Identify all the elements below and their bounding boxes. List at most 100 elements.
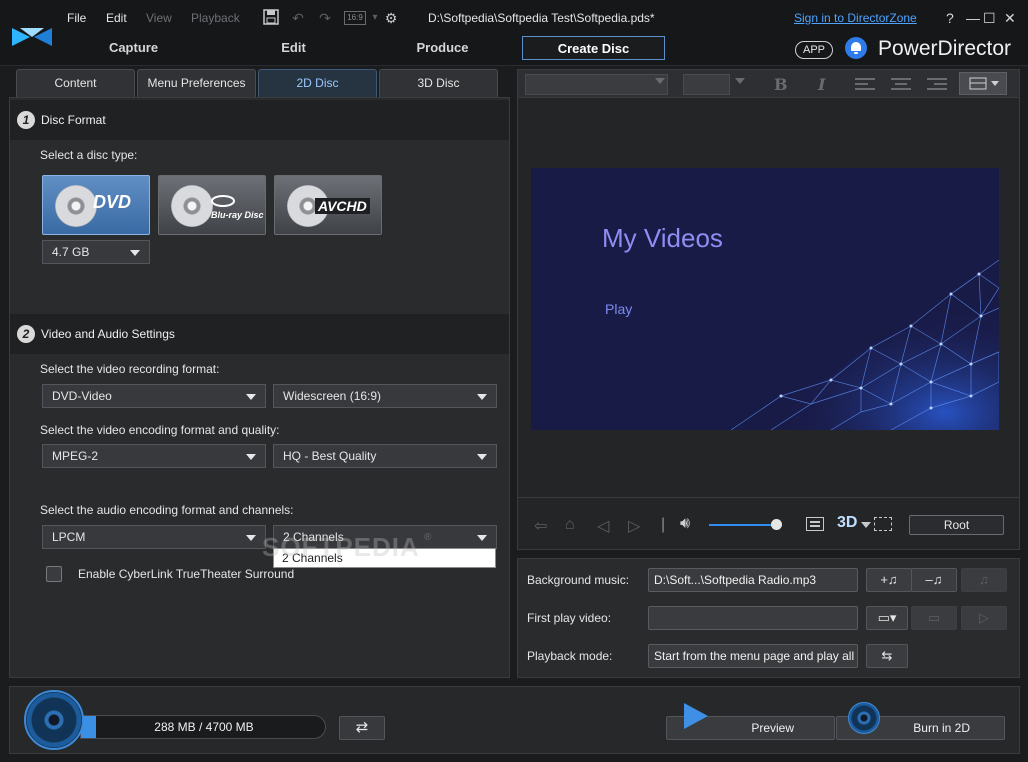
aspect-ratio-icon[interactable]: 16:9 [344, 11, 366, 25]
aspect-ratio-select[interactable]: Widescreen (16:9) [273, 384, 497, 408]
powerdirector-logo-icon [12, 28, 52, 46]
menu-file[interactable]: File [67, 11, 86, 25]
disc-type-label: Select a disc type: [40, 148, 138, 162]
section-title: Disc Format [41, 113, 106, 127]
mode-tab-capture[interactable]: Capture [62, 36, 205, 60]
gear-icon[interactable]: ⚙ [382, 9, 400, 27]
disc-icon [24, 690, 84, 750]
close-icon[interactable]: ✕ [1004, 10, 1016, 27]
help-icon[interactable]: ? [946, 10, 954, 26]
chevron-down-icon [477, 394, 487, 400]
volume-slider[interactable] [709, 524, 776, 526]
disc-capacity-bar: 288 MB / 4700 MB [80, 715, 326, 739]
play-icon [684, 703, 708, 729]
remove-music-button[interactable]: –♫ [911, 568, 957, 592]
mode-tab-edit[interactable]: Edit [222, 36, 365, 60]
disc-capacity-select[interactable]: 4.7 GB [42, 240, 150, 264]
chevron-down-icon [735, 78, 745, 84]
capacity-text: 288 MB / 4700 MB [154, 720, 254, 734]
italic-icon[interactable]: I [818, 75, 825, 94]
chevron-down-icon [246, 394, 256, 400]
font-size-select[interactable] [683, 74, 730, 95]
back-icon[interactable]: ◁ [597, 516, 609, 536]
subtab-content[interactable]: Content [16, 69, 135, 97]
surround-checkbox[interactable] [46, 566, 62, 582]
first-play-field[interactable] [648, 606, 858, 630]
recording-format-select[interactable]: DVD-Video [42, 384, 266, 408]
next-page-icon[interactable]: ▷ [628, 516, 640, 536]
signin-link[interactable]: Sign in to DirectorZone [794, 11, 917, 25]
save-icon[interactable] [262, 9, 280, 27]
select-value: LPCM [52, 530, 86, 544]
menu-view[interactable]: View [146, 11, 172, 25]
play-video-button[interactable]: ▷ [961, 606, 1007, 630]
chevron-down-icon [246, 454, 256, 460]
title-bar: File Edit View Playback ↶ ↷ 16:9 ▾ ⚙ D:\… [0, 0, 1028, 66]
menu-playback[interactable]: Playback [191, 11, 240, 25]
music-settings-button[interactable]: ♫ [961, 568, 1007, 592]
playback-mode-field[interactable]: Start from the menu page and play all t [648, 644, 858, 668]
menu-list-icon[interactable] [806, 517, 824, 531]
section-title: Video and Audio Settings [41, 327, 175, 341]
volume-icon[interactable]: 🔊︎ [680, 515, 690, 533]
watermark-registered: ® [424, 532, 432, 543]
disc-icon [55, 185, 97, 227]
step-number: 2 [17, 325, 35, 343]
disc-menu-preview[interactable]: My Videos Play [531, 168, 999, 430]
bell-icon[interactable] [845, 37, 867, 59]
safe-zone-icon[interactable] [874, 517, 892, 531]
playback-mode-label: Playback mode: [527, 649, 613, 663]
disc-icon [848, 702, 880, 734]
layout-button[interactable] [959, 72, 1007, 95]
network-art-icon [727, 256, 999, 430]
volume-slider-handle[interactable] [771, 519, 782, 530]
select-value: 4.7 GB [52, 245, 90, 259]
dvd-disc-button[interactable]: DVD [42, 175, 150, 235]
subtab-menu-preferences[interactable]: Menu Preferences [137, 69, 256, 97]
select-value: DVD-Video [52, 389, 112, 403]
menu-edit[interactable]: Edit [106, 11, 127, 25]
align-left-icon[interactable] [855, 78, 875, 91]
root-button[interactable]: Root [909, 515, 1004, 535]
encoding-format-select[interactable]: MPEG-2 [42, 444, 266, 468]
3d-icon[interactable]: 3D [837, 514, 857, 532]
chevron-down-icon [655, 78, 665, 84]
quality-select[interactable]: HQ - Best Quality [273, 444, 497, 468]
subtab-3d-disc[interactable]: 3D Disc [379, 69, 498, 97]
audio-format-label: Select the audio encoding format and cha… [40, 503, 294, 517]
avchd-disc-button[interactable]: AVCHD [274, 175, 382, 235]
background-music-field[interactable]: D:\Soft...\Softpedia Radio.mp3 [648, 568, 858, 592]
swap-button[interactable]: ⇄ [339, 716, 385, 740]
avchd-icon: AVCHD [315, 198, 370, 214]
app-button[interactable]: APP [795, 41, 833, 59]
maximize-icon[interactable]: ☐ [983, 10, 996, 27]
project-file-path: D:\Softpedia\Softpedia Test\Softpedia.pd… [428, 11, 655, 25]
menu-title-text[interactable]: My Videos [602, 223, 723, 254]
redo-icon[interactable]: ↷ [316, 9, 334, 27]
audio-format-select[interactable]: LPCM [42, 525, 266, 549]
align-right-icon[interactable] [927, 78, 947, 91]
bluray-disc-button[interactable]: Blu-ray Disc [158, 175, 266, 235]
playback-settings-button[interactable]: ⇆ [866, 644, 908, 668]
home-icon[interactable]: ⌂ [565, 516, 575, 534]
subtab-2d-disc[interactable]: 2D Disc [258, 69, 377, 97]
mode-tab-produce[interactable]: Produce [371, 36, 514, 60]
add-music-button[interactable]: +♫ [866, 568, 912, 592]
bold-icon[interactable]: B [774, 75, 788, 94]
font-family-select[interactable] [525, 74, 668, 95]
align-center-icon[interactable] [891, 78, 911, 91]
chevron-down-icon[interactable] [861, 522, 871, 528]
undo-icon[interactable]: ↶ [289, 9, 307, 27]
video-audio-header: 2 Video and Audio Settings [10, 314, 509, 354]
mode-tab-create-disc[interactable]: Create Disc [522, 36, 665, 60]
menu-play-button[interactable]: Play [605, 301, 632, 317]
minimize-icon[interactable]: — [966, 10, 980, 26]
bluray-icon: Blu-ray Disc [211, 210, 264, 220]
app-name: PowerDirector [878, 37, 1012, 60]
remove-video-button[interactable]: ▭ [911, 606, 957, 630]
bluray-logo-icon [211, 195, 235, 207]
previous-page-icon[interactable]: ⇦ [534, 516, 547, 536]
add-video-button[interactable]: ▭▾ [866, 606, 908, 630]
step-number: 1 [17, 111, 35, 129]
recording-format-label: Select the video recording format: [40, 362, 220, 376]
